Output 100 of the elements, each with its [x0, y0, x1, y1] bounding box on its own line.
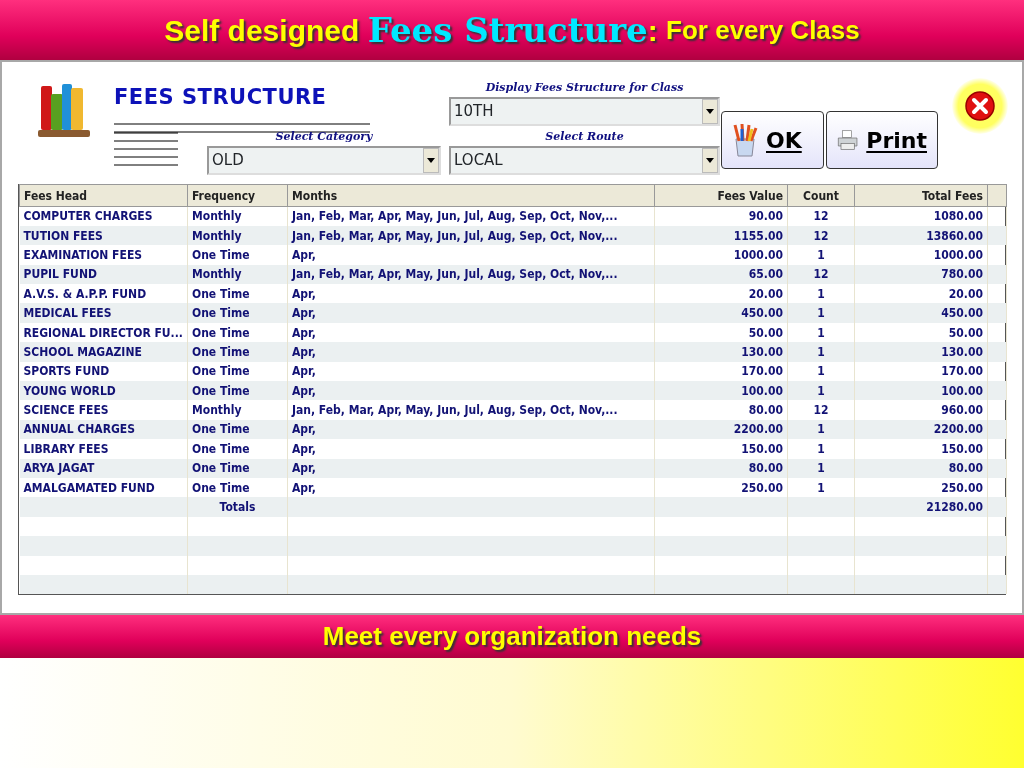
- table-cell: 1: [817, 306, 825, 321]
- table-cell: 20.00: [748, 286, 783, 301]
- table-cell: EXAMINATION FEES: [23, 247, 143, 262]
- table-cell: ANNUAL CHARGES: [23, 422, 135, 437]
- table-cell: 130.00: [941, 344, 983, 359]
- field-label: Select Category: [274, 129, 374, 145]
- print-button[interactable]: Print: [826, 111, 938, 169]
- table-cell: 130.00: [741, 344, 783, 359]
- column-header[interactable]: Frequency: [187, 184, 288, 207]
- table-cell: 1: [817, 461, 825, 476]
- table-cell: Apr,: [292, 325, 316, 340]
- table-cell: Apr,: [292, 364, 316, 379]
- table-cell: One Time: [192, 422, 250, 437]
- table-cell: A.V.S. & A.P.P. FUND: [23, 286, 147, 301]
- column-header[interactable]: Count: [787, 184, 855, 207]
- table-cell: 65.00: [748, 267, 783, 282]
- table-cell: Monthly: [192, 209, 242, 224]
- table-cell: 150.00: [741, 441, 783, 456]
- title-highlight: Fees Structure: [367, 8, 648, 52]
- table-cell: 80.00: [748, 461, 783, 476]
- table-cell: 450.00: [941, 306, 983, 321]
- table-cell: 50.00: [748, 325, 783, 340]
- slide-title-text: Self designed: [164, 12, 361, 49]
- column-header[interactable]: Fees Value: [654, 184, 788, 207]
- table-cell: One Time: [192, 461, 250, 476]
- column-header[interactable]: Fees Head: [19, 184, 188, 207]
- table-cell: 12: [813, 403, 829, 418]
- dropdown-caret-icon[interactable]: [423, 147, 439, 173]
- table-cell: 1: [817, 325, 825, 340]
- table-cell: One Time: [192, 344, 250, 359]
- table-cell: 150.00: [941, 441, 983, 456]
- table-cell: 1: [817, 383, 825, 398]
- table-cell: YOUNG WORLD: [23, 383, 116, 398]
- table-cell: 90.00: [748, 209, 783, 224]
- class-dropdown[interactable]: 10TH: [449, 96, 720, 126]
- table-cell: One Time: [192, 306, 250, 321]
- table-cell: 170.00: [941, 364, 983, 379]
- table-cell: 100.00: [741, 383, 783, 398]
- table-cell: LIBRARY FEES: [23, 441, 109, 456]
- column-header[interactable]: Total Fees: [854, 184, 988, 207]
- table-cell: Apr,: [292, 461, 316, 476]
- category-dropdown[interactable]: OLD: [207, 145, 441, 175]
- table-cell: COMPUTER CHARGES: [23, 209, 153, 224]
- table-cell: Monthly: [192, 228, 242, 243]
- table-cell: AMALGAMATED FUND: [23, 480, 155, 495]
- table-cell: One Time: [192, 480, 250, 495]
- column-header[interactable]: Months: [287, 184, 655, 207]
- table-cell: 12: [813, 267, 829, 282]
- table-cell: 1155.00: [733, 228, 783, 243]
- table-cell: 20.00: [948, 286, 983, 301]
- table-cell: 960.00: [941, 403, 983, 418]
- slide-footer: Meet every organization needs: [0, 615, 1024, 658]
- table-cell: One Time: [192, 286, 250, 301]
- table-cell: One Time: [192, 247, 250, 262]
- route-dropdown[interactable]: LOCAL: [449, 145, 720, 175]
- table-cell: 80.00: [948, 461, 983, 476]
- table-cell: 13860.00: [926, 228, 983, 243]
- table-cell: 1080.00: [933, 209, 983, 224]
- table-cell: 1000.00: [733, 247, 783, 262]
- table-cell: Jan, Feb, Mar, Apr, May, Jun, Jul, Aug, Sep, Oct, Nov,...: [292, 267, 618, 282]
- table-cell: Apr,: [292, 247, 316, 262]
- table-cell: 50.00: [948, 325, 983, 340]
- dropdown-caret-icon[interactable]: [702, 147, 718, 173]
- table-cell: 1000.00: [933, 247, 983, 262]
- table-cell: 1: [817, 247, 825, 262]
- table-cell: Apr,: [292, 344, 316, 359]
- form-heading: FEES STRUCTURE: [114, 84, 328, 111]
- table-cell: Jan, Feb, Mar, Apr, May, Jun, Jul, Aug, Sep, Oct, Nov,...: [292, 403, 618, 418]
- table-cell: One Time: [192, 325, 250, 340]
- table-cell: 12: [813, 209, 829, 224]
- table-cell: One Time: [192, 383, 250, 398]
- table-cell: ARYA JAGAT: [23, 461, 95, 476]
- table-cell: 12: [813, 228, 829, 243]
- table-cell: Jan, Feb, Mar, Apr, May, Jun, Jul, Aug, Sep, Oct, Nov,...: [292, 209, 618, 224]
- table-cell: 780.00: [941, 267, 983, 282]
- dropdown-caret-icon[interactable]: [702, 98, 718, 124]
- table-cell: 1: [817, 344, 825, 359]
- table-cell: SCHOOL MAGAZINE: [23, 344, 142, 359]
- table-cell: Apr,: [292, 383, 316, 398]
- table-cell: 1: [817, 441, 825, 456]
- table-cell: 80.00: [748, 403, 783, 418]
- table-cell: Apr,: [292, 480, 316, 495]
- field-label: Select Route: [544, 129, 625, 145]
- table-cell: Apr,: [292, 306, 316, 321]
- slide-title-text: :: [647, 12, 659, 49]
- table-cell: One Time: [192, 364, 250, 379]
- table-cell: 250.00: [941, 480, 983, 495]
- totals-label: Totals: [219, 500, 256, 515]
- table-cell: PUPIL FUND: [23, 267, 97, 282]
- table-cell: 21280.00: [926, 500, 983, 515]
- table-cell: 250.00: [741, 480, 783, 495]
- table-cell: SCIENCE FEES: [23, 403, 109, 418]
- close-icon[interactable]: [964, 90, 996, 122]
- books-icon: [38, 84, 92, 140]
- ok-button[interactable]: OK: [721, 111, 824, 169]
- table-cell: 2200.00: [733, 422, 783, 437]
- slide-title-text: For every Class: [666, 13, 860, 47]
- table-cell: Jan, Feb, Mar, Apr, May, Jun, Jul, Aug, Sep, Oct, Nov,...: [292, 228, 618, 243]
- brushes-icon: [732, 123, 758, 157]
- table-cell: TUTION FEES: [23, 228, 103, 243]
